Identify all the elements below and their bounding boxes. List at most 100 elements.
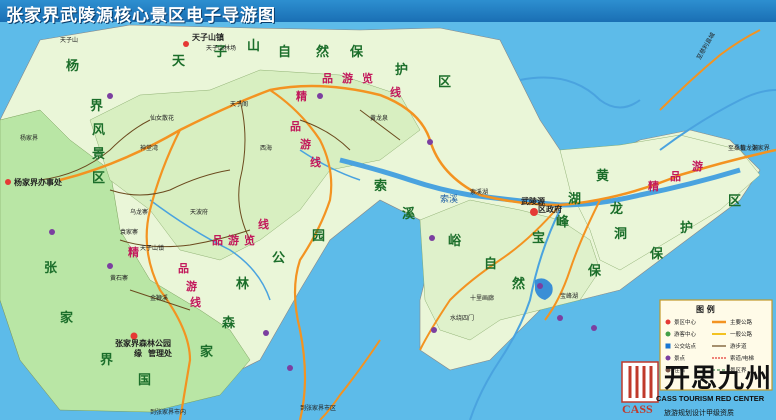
place-label: 神堂湾 xyxy=(140,144,158,152)
zone-char: 宝 xyxy=(532,230,545,246)
place-label: 黄石寨 xyxy=(110,274,128,282)
zone-char: 家 xyxy=(60,310,74,326)
zone-char: 然 xyxy=(512,276,525,292)
place-label: 天子山镇 xyxy=(140,244,164,252)
zone-char: 峰 xyxy=(556,214,570,230)
town-yangjiajie[interactable]: 杨家界办事处 xyxy=(5,177,63,187)
zone-char: 溪 xyxy=(402,206,416,222)
town-label: 区政府 xyxy=(538,204,562,214)
zone-char: 区 xyxy=(438,75,451,90)
town-marker-icon xyxy=(5,179,11,185)
zone-char: 龙 xyxy=(610,201,623,217)
place-label: 金鞭溪 xyxy=(150,294,168,302)
zone-char: 园 xyxy=(312,229,325,244)
town-label: 张家界森林公园 xyxy=(115,338,171,348)
zone-char: 林 xyxy=(236,276,249,292)
zone-char: 山 xyxy=(247,38,260,54)
zone-char: 森 xyxy=(222,315,236,331)
place-label: 十里画廊 xyxy=(470,294,494,302)
route-char: 览 xyxy=(362,71,373,85)
svg-text:游步道: 游步道 xyxy=(730,342,747,350)
zone-char: 家 xyxy=(200,344,214,360)
zone-char: 张 xyxy=(44,261,58,276)
zone-char: 索 xyxy=(374,178,387,194)
legend-center-icon xyxy=(665,319,671,325)
route-char: 精 xyxy=(648,179,659,193)
road-label: 至慈利县城 xyxy=(695,31,717,61)
zone-char: 然 xyxy=(316,44,329,60)
place-label: 天子阁 xyxy=(230,100,248,108)
route-char: 品 xyxy=(290,120,301,133)
zone-char: 界 xyxy=(100,352,113,368)
svg-text:游客中心: 游客中心 xyxy=(674,330,697,338)
place-label: 杨家界 xyxy=(20,134,38,142)
zone-char: 保 xyxy=(649,246,664,262)
zone-char: 自 xyxy=(278,44,291,60)
scenic-map[interactable]: 张家界武陵源核心景区电子导游图 天 子 山 自 然 保 护 区 杨 界 风 景 … xyxy=(0,0,776,420)
zone-char: 杨 xyxy=(66,58,79,74)
svg-text:公交站点: 公交站点 xyxy=(674,342,697,350)
route-char: 游 xyxy=(342,71,353,85)
poi-icon xyxy=(107,93,113,99)
brand-name: 开思九州 xyxy=(664,364,773,394)
zone-char: 洞 xyxy=(614,227,627,242)
route-char: 品 xyxy=(322,72,333,85)
route-char: 精 xyxy=(296,89,307,103)
legend-title: 图 例 xyxy=(696,304,715,314)
poi-icon xyxy=(263,330,269,336)
road-label: 索溪湖 xyxy=(470,188,488,196)
route-char: 线 xyxy=(310,155,321,169)
poi-icon xyxy=(591,325,597,331)
zone-char: 区 xyxy=(92,171,105,186)
place-label: 水绕四门 xyxy=(450,314,474,322)
road-label: 到张家界市内 xyxy=(150,408,186,416)
zone-char: 黄 xyxy=(596,168,609,184)
town-label: 天子山镇 xyxy=(192,32,224,42)
legend-visitor-icon xyxy=(665,331,671,337)
poi-icon xyxy=(107,263,113,269)
poi-icon xyxy=(537,283,543,289)
zone-char: 护 xyxy=(395,62,408,78)
poi-icon xyxy=(427,139,433,145)
route-char: 线 xyxy=(190,295,201,309)
route-char: 线 xyxy=(258,217,269,231)
route-char: 游 xyxy=(300,137,311,151)
route-char: 游 xyxy=(228,233,239,247)
svg-text:景区中心: 景区中心 xyxy=(674,318,697,326)
zone-char: 界 xyxy=(90,98,103,114)
place-label: 乌龙寨 xyxy=(130,208,148,216)
poi-icon xyxy=(287,365,293,371)
town-label: 杨家界办事处 xyxy=(14,177,63,187)
river-label: 索溪 xyxy=(440,193,458,205)
town-label: 缘 xyxy=(134,348,142,358)
zone-char: 景 xyxy=(92,147,105,162)
river-north xyxy=(519,76,641,109)
road-label: 至桑植 · 张家界 xyxy=(728,144,770,152)
route-char: 游 xyxy=(692,159,703,173)
place-label: 天子山 xyxy=(60,36,78,44)
brand-logo-text: CASS xyxy=(622,402,653,416)
poi-icon xyxy=(49,229,55,235)
place-label: 黄龙泉 xyxy=(370,114,388,122)
route-char: 精 xyxy=(128,245,139,259)
town-marker-icon xyxy=(530,208,538,216)
zone-char: 湖 xyxy=(568,192,581,207)
zone-char: 区 xyxy=(728,194,741,209)
legend-bus-icon xyxy=(665,343,671,349)
place-label: 袁家寨 xyxy=(120,228,138,236)
brand-subtitle: 旅游规划设计甲级资质 xyxy=(664,409,734,417)
poi-icon xyxy=(431,327,437,333)
brand-watermark: CASS 开思九州 CASS TOURISM RED CENTER 旅游规划设计… xyxy=(620,352,776,420)
zone-char: 公 xyxy=(272,251,285,266)
poi-icon xyxy=(317,93,323,99)
route-char: 游 xyxy=(186,279,197,293)
zone-char: 国 xyxy=(138,373,151,388)
place-label: 西海 xyxy=(260,144,272,152)
zone-char: 自 xyxy=(484,256,497,272)
route-char: 览 xyxy=(244,233,255,247)
place-label: 宝峰湖 xyxy=(560,292,578,300)
poi-icon xyxy=(557,315,563,321)
zone-char: 护 xyxy=(680,220,693,236)
town-label: 管理处 xyxy=(148,348,173,358)
route-char: 线 xyxy=(390,85,401,99)
